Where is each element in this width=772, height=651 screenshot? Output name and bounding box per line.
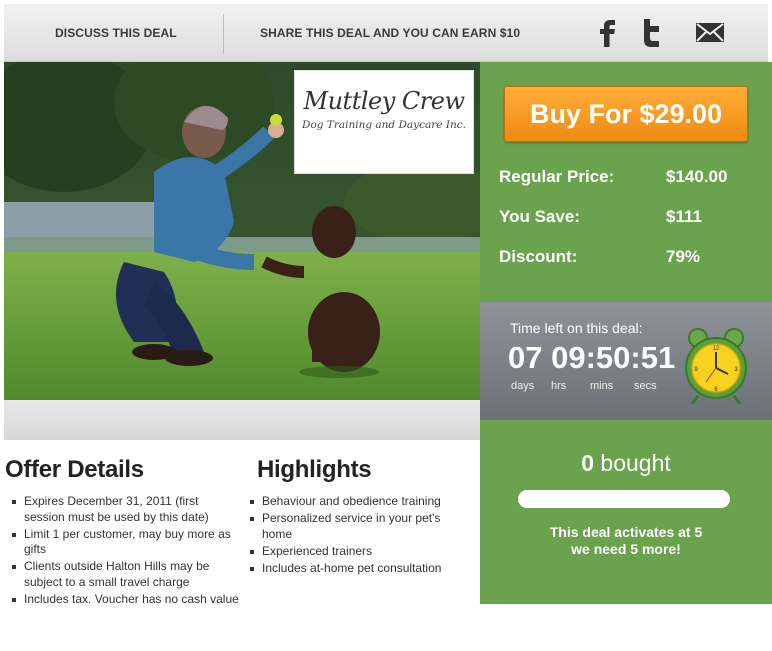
facebook-icon[interactable] [590,14,626,50]
regular-price-label: Regular Price: [499,167,615,186]
bought-label: bought [594,450,671,476]
activation-line-2: we need 5 more! [571,541,681,557]
you-save-value: $111 [666,207,702,226]
vendor-logo: Muttley Crew Dog Training and Daycare In… [294,70,474,174]
buy-panel: Buy For $29.00 Regular Price: $140.00 Yo… [480,62,772,302]
highlights-heading: Highlights [257,456,372,483]
list-item: Behaviour and obedience training [246,494,472,510]
bought-number: 0 [581,450,595,476]
image-caption-strip [4,400,480,440]
share-deal-link[interactable]: SHARE THIS DEAL AND YOU CAN EARN $10 [260,4,520,62]
list-item: Includes tax. Voucher has no cash value [8,592,240,608]
discuss-deal-link[interactable]: DISCUSS THIS DEAL [55,4,177,62]
timer-label: Time left on this deal: [510,320,643,336]
you-save-label: You Save: [499,207,580,226]
minutes-unit: mins [590,380,614,392]
list-item: Experienced trainers [246,544,472,560]
countdown-panel: Time left on this deal: 07 09:50:51 days… [480,302,772,420]
buy-button[interactable]: Buy For $29.00 [504,86,748,142]
bought-panel: 0 bought This deal activates at 5 we nee… [480,420,772,604]
deal-top-bar: DISCUSS THIS DEAL SHARE THIS DEAL AND YO… [4,4,768,62]
list-item: Limit 1 per customer, may buy more as gi… [8,527,240,558]
countdown-digits: 07 09:50:51 [508,340,676,375]
deal-photo: Muttley Crew Dog Training and Daycare In… [4,62,480,400]
bought-count: 0 bought [480,450,772,477]
activation-message: This deal activates at 5 we need 5 more! [480,524,772,558]
list-item: Includes at-home pet consultation [246,561,472,577]
highlights-list: Behaviour and obedience training Persona… [246,494,472,578]
list-item: Expires December 31, 2011 (first session… [8,494,240,525]
activation-line-1: This deal activates at 5 [549,524,703,540]
days-value: 07 [508,340,543,375]
svg-text:12: 12 [713,346,720,352]
list-item: Clients outside Halton Hills may be subj… [8,559,240,590]
hours-unit: hrs [551,380,567,392]
twitter-icon[interactable] [634,14,670,50]
offer-details-list: Expires December 31, 2011 (first session… [8,494,240,609]
alarm-clock-icon: 12 3 6 9 [684,310,748,406]
seconds-value: 51 [640,340,676,375]
seconds-unit: secs [634,380,657,392]
mail-icon[interactable] [692,14,728,50]
regular-price-value: $140.00 [666,167,728,186]
logo-subtitle: Dog Training and Daycare Inc. [302,119,466,131]
days-unit: days [511,380,535,392]
logo-title: Muttley Crew [303,87,465,115]
discount-value: 79% [666,247,701,266]
minutes-value: 50 [595,340,631,375]
list-item: Personalized service in your pet's home [246,511,472,542]
activation-progress-bar [518,490,730,508]
divider [223,14,224,54]
hours-value: 09 [551,340,586,375]
offer-details-heading: Offer Details [5,456,144,483]
discount-label: Discount: [499,247,578,266]
